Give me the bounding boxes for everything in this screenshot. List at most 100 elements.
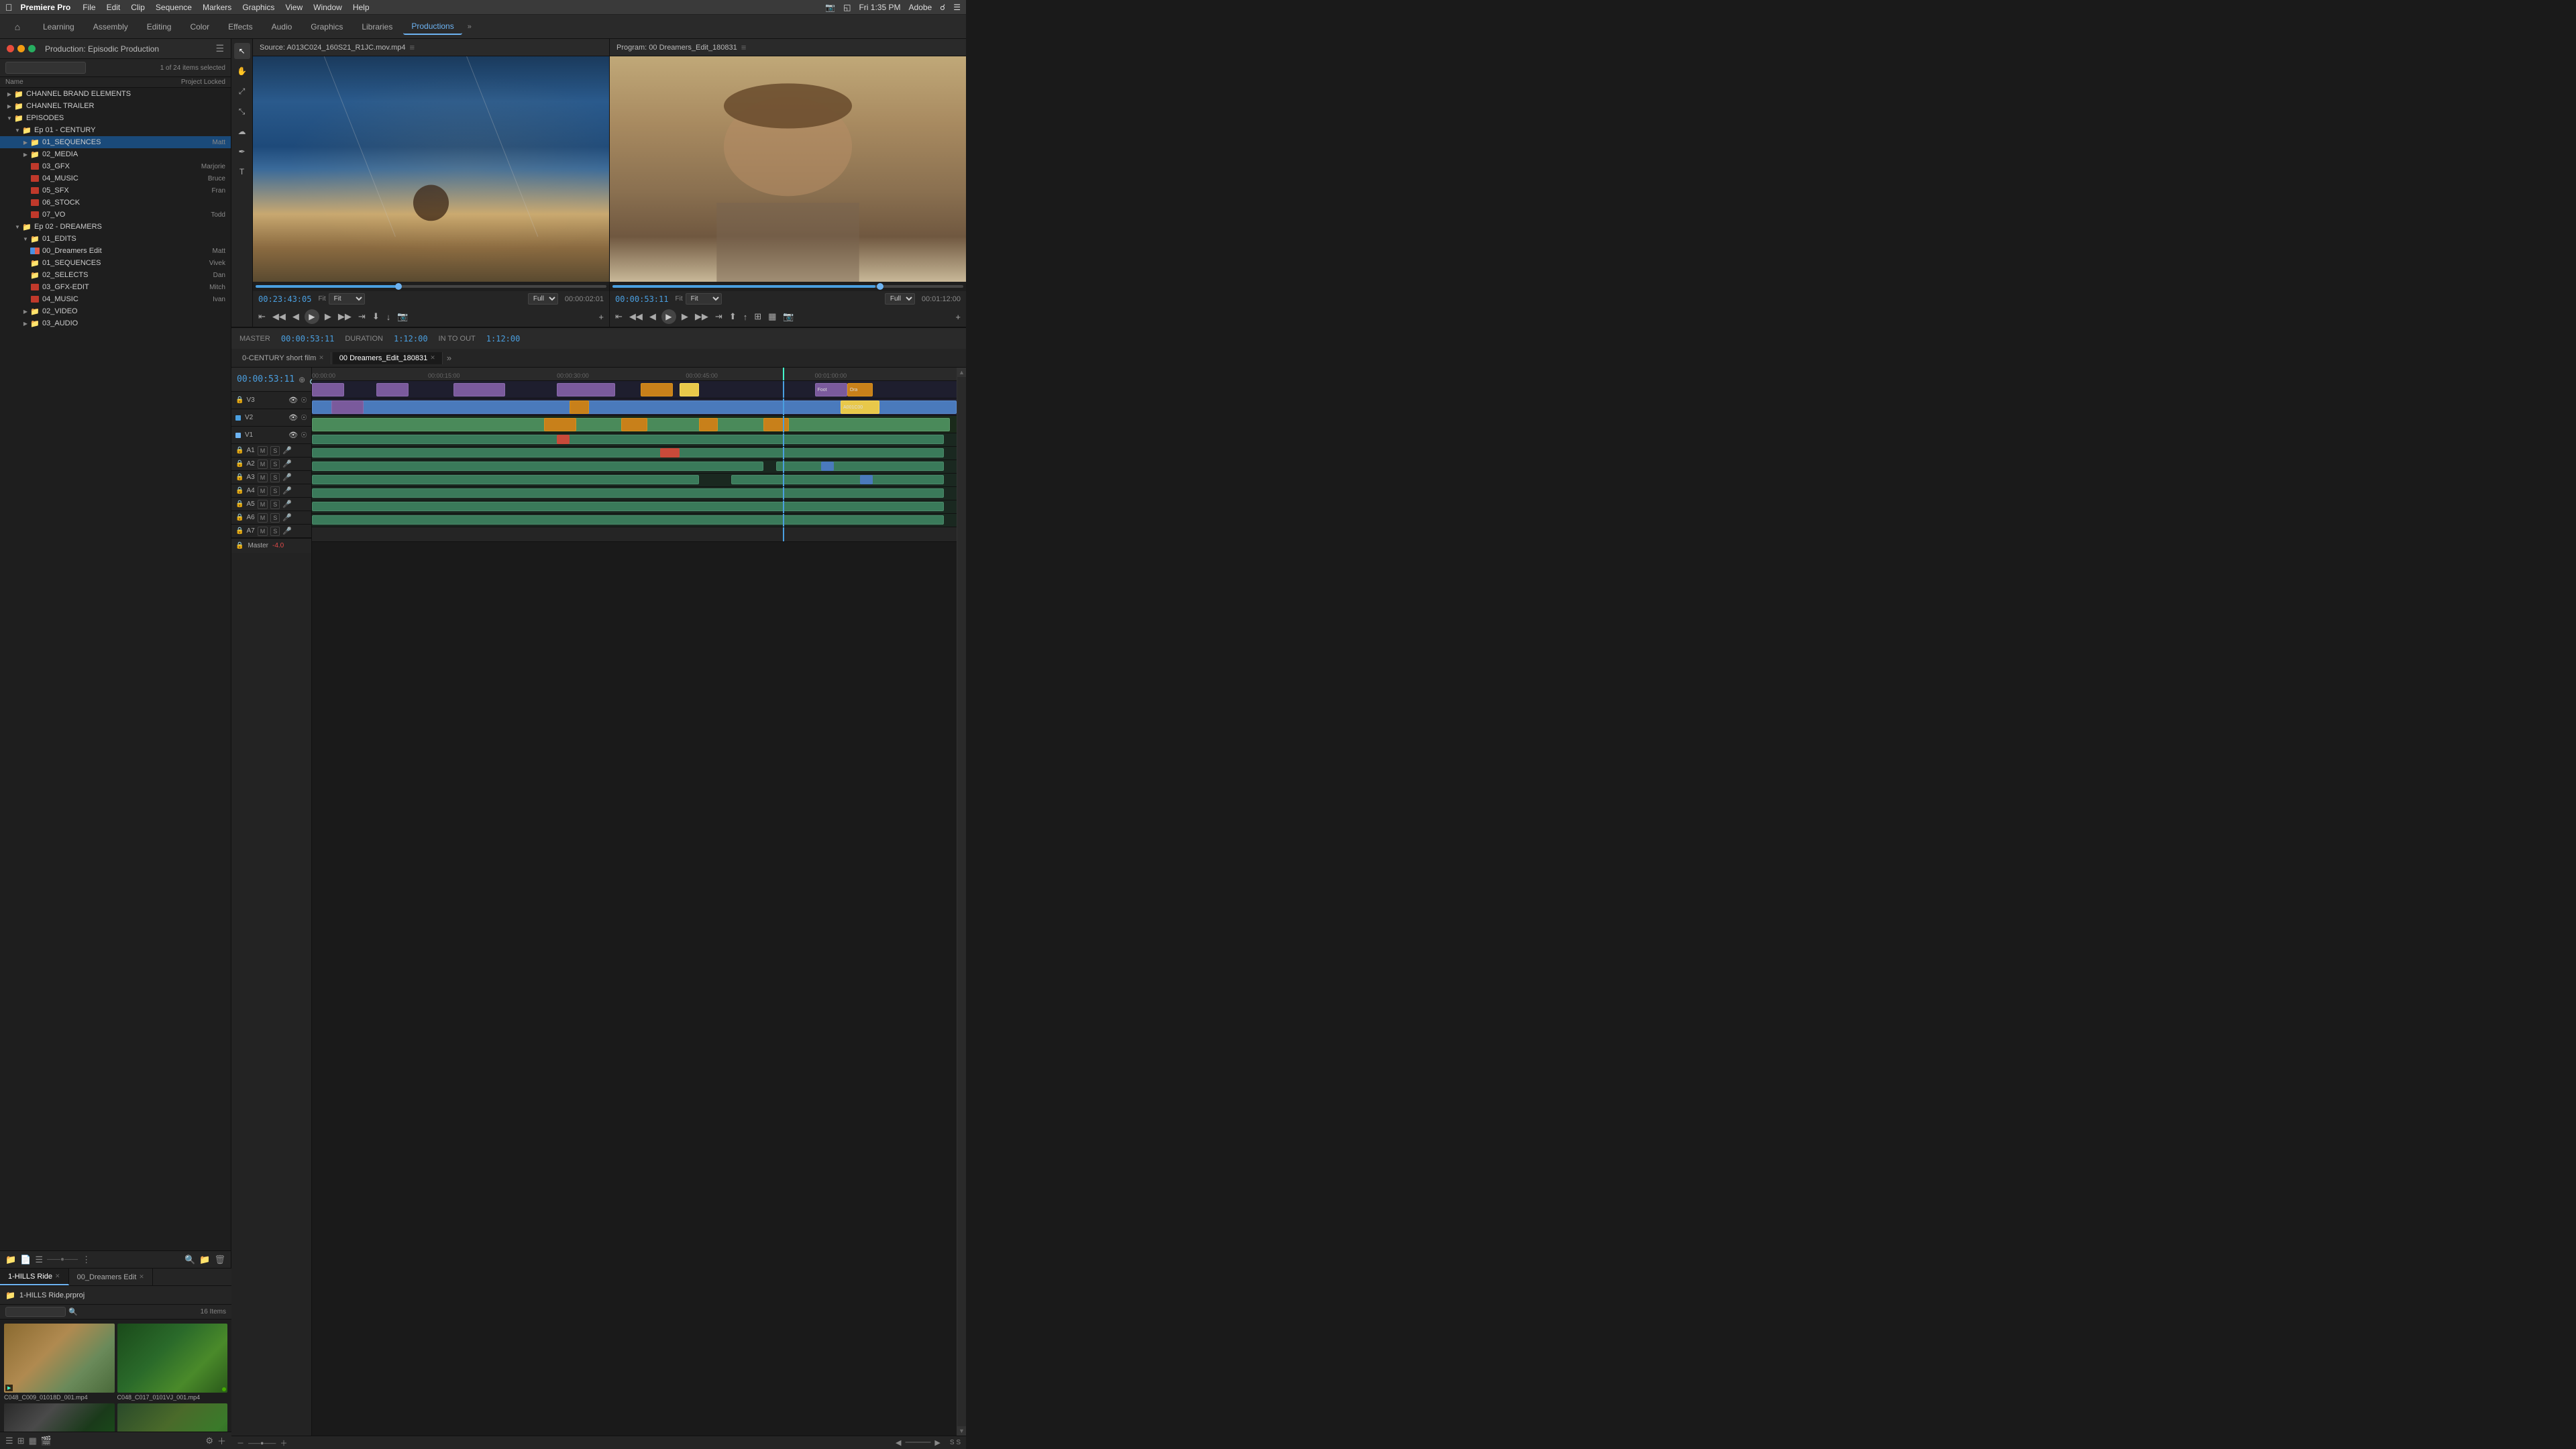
tree-item-brand[interactable]: ▶ 📁 CHANNEL BRAND ELEMENTS bbox=[0, 88, 231, 100]
project-find-icon[interactable]: 📁 bbox=[199, 1254, 210, 1265]
a5-lock-icon[interactable]: 🔒 bbox=[235, 500, 244, 508]
tree-item-ep01-gfx[interactable]: 03_GFX Marjorie bbox=[0, 160, 231, 172]
clip-a3-2[interactable] bbox=[776, 462, 944, 471]
a5-mute-btn[interactable]: M bbox=[258, 500, 268, 509]
prog-quality-select[interactable]: Full1/21/4 bbox=[885, 293, 915, 305]
project-delete-icon[interactable]: 🗑 bbox=[214, 1254, 225, 1265]
tree-item-ep02-seq[interactable]: 📁 01_SEQUENCES Vivek bbox=[0, 257, 231, 269]
tool-razor[interactable]: ✒ bbox=[234, 144, 250, 160]
v2-solo-icon[interactable]: ☉ bbox=[301, 413, 307, 422]
minimize-window-btn[interactable] bbox=[17, 45, 25, 52]
clip-a3-blue[interactable] bbox=[821, 462, 834, 471]
tool-navigate[interactable]: ✋ bbox=[234, 63, 250, 79]
prog-extract-btn[interactable]: ↑ bbox=[742, 311, 749, 323]
timeline-ruler[interactable]: 00:00:00 00:00:15:00 00:00:30:00 00:00:4… bbox=[312, 368, 957, 381]
tree-item-ep01[interactable]: ▼ 📁 Ep 01 - CENTURY bbox=[0, 124, 231, 136]
prog-step-fwd[interactable]: ▶▶ bbox=[694, 310, 710, 323]
a6-solo-btn[interactable]: S bbox=[270, 513, 280, 523]
src-bin-add-icon[interactable]: ＋ bbox=[217, 1434, 226, 1447]
a1-lock-icon[interactable]: 🔒 bbox=[235, 447, 244, 454]
clip-a6[interactable] bbox=[312, 502, 944, 511]
menu-markers[interactable]: Markers bbox=[199, 3, 235, 12]
menu-help[interactable]: Help bbox=[349, 3, 374, 12]
v3-lock-icon[interactable]: 🔒 bbox=[235, 396, 244, 404]
project-new-item-icon[interactable]: 📄 bbox=[20, 1254, 31, 1265]
src-camera-btn[interactable]: 📷 bbox=[396, 310, 409, 323]
a2-mic-icon[interactable]: 🎤 bbox=[282, 460, 292, 468]
tree-item-ep02-edit00[interactable]: 00_Dreamers Edit Matt bbox=[0, 245, 231, 257]
program-monitor-menu[interactable]: ≡ bbox=[741, 42, 747, 52]
tab-close-hills[interactable]: ✕ bbox=[55, 1273, 60, 1280]
src-insert-btn[interactable]: ⬇ bbox=[371, 310, 381, 323]
tl-snap-btn[interactable]: ⊕ bbox=[299, 375, 305, 384]
v2-eye-icon[interactable]: 👁 bbox=[288, 413, 298, 422]
tree-item-ep02-video[interactable]: ▶ 📁 02_VIDEO bbox=[0, 305, 231, 317]
home-button[interactable]: ⌂ bbox=[8, 17, 27, 36]
tab-audio[interactable]: Audio bbox=[264, 19, 301, 34]
source-monitor-menu[interactable]: ≡ bbox=[410, 42, 415, 52]
thumb-item-2[interactable]: ▶ C048_C018_0101DL_001.mp4 bbox=[4, 1403, 115, 1432]
a3-solo-btn[interactable]: S bbox=[270, 473, 280, 482]
tl-scroll-down[interactable]: ▼ bbox=[957, 1426, 966, 1436]
a4-mute-btn[interactable]: M bbox=[258, 486, 268, 496]
project-automate-icon[interactable]: ⋮ bbox=[82, 1254, 91, 1265]
a2-mute-btn[interactable]: M bbox=[258, 460, 268, 469]
tree-item-ep01-media[interactable]: ▶ 📁 02_MEDIA bbox=[0, 148, 231, 160]
src-bin-settings-icon[interactable]: ⚙ bbox=[205, 1436, 213, 1446]
tab-assembly[interactable]: Assembly bbox=[85, 19, 136, 34]
a4-mic-icon[interactable]: 🎤 bbox=[282, 486, 292, 495]
a1-solo-btn[interactable]: S bbox=[270, 446, 280, 455]
clip-v1-seg4[interactable] bbox=[763, 418, 789, 431]
a1-mic-icon[interactable]: 🎤 bbox=[282, 446, 292, 455]
tl-zoom-out-icon[interactable]: － bbox=[237, 1438, 244, 1448]
v3-solo-icon[interactable]: ☉ bbox=[301, 396, 307, 405]
timeline-tab-dreamers-close[interactable]: ✕ bbox=[430, 354, 435, 362]
prog-match-frame[interactable]: ⊞ bbox=[753, 310, 763, 323]
tab-close-dreamers[interactable]: ✕ bbox=[139, 1273, 144, 1281]
a1-mute-btn[interactable]: M bbox=[258, 446, 268, 455]
src-fwd-1f[interactable]: ▶ bbox=[323, 310, 333, 323]
prog-mark-out[interactable]: ⇥ bbox=[714, 310, 724, 323]
tl-zoom-slider[interactable]: ——●—— bbox=[248, 1440, 276, 1446]
bin-search-input[interactable] bbox=[5, 1307, 66, 1317]
tree-item-ep01-seq[interactable]: ▶ 📁 01_SEQUENCES Matt bbox=[0, 136, 231, 148]
tab-effects[interactable]: Effects bbox=[220, 19, 260, 34]
a5-mic-icon[interactable]: 🎤 bbox=[282, 500, 292, 508]
timeline-tab-century-close[interactable]: ✕ bbox=[319, 354, 324, 362]
clip-a4-blue[interactable] bbox=[860, 475, 873, 484]
clip-v3-e[interactable] bbox=[641, 383, 673, 396]
thumb-item-0[interactable]: ▶ C048_C009_01018D_001.mp4 bbox=[4, 1324, 115, 1401]
timeline-tab-dreamers[interactable]: 00 Dreamers_Edit_180831 ✕ bbox=[333, 352, 443, 364]
a7-lock-icon[interactable]: 🔒 bbox=[235, 527, 244, 535]
src-step-back[interactable]: ◀◀ bbox=[271, 310, 287, 323]
prog-lift-btn[interactable]: ⬆ bbox=[728, 310, 738, 323]
src-back-1f[interactable]: ◀ bbox=[291, 310, 301, 323]
tool-zoom2[interactable]: ⤡ bbox=[234, 103, 250, 119]
project-panel-menu-icon[interactable]: ☰ bbox=[215, 43, 224, 54]
src-play-btn[interactable]: ▶ bbox=[305, 309, 319, 324]
program-scrubber[interactable] bbox=[610, 282, 966, 291]
tl-scroll-left[interactable]: ◀ bbox=[896, 1438, 901, 1447]
tab-color[interactable]: Color bbox=[182, 19, 217, 34]
thumb-item-1[interactable]: C048_C017_0101VJ_001.mp4 bbox=[117, 1324, 228, 1401]
clip-a4-1[interactable] bbox=[312, 475, 699, 484]
src-mark-in[interactable]: ⇤ bbox=[257, 310, 267, 323]
clip-a2-red[interactable] bbox=[660, 448, 680, 458]
project-search-input[interactable] bbox=[5, 62, 86, 74]
clip-v1-seg1[interactable] bbox=[544, 418, 576, 431]
search-icon[interactable]: ☌ bbox=[940, 3, 945, 12]
tree-item-ep02[interactable]: ▼ 📁 Ep 02 - DREAMERS bbox=[0, 221, 231, 233]
a6-lock-icon[interactable]: 🔒 bbox=[235, 514, 244, 521]
tab-editing[interactable]: Editing bbox=[139, 19, 180, 34]
src-bin-icon-view[interactable]: ▦ bbox=[29, 1436, 37, 1446]
clip-v3-b[interactable] bbox=[376, 383, 409, 396]
tab-graphics[interactable]: Graphics bbox=[303, 19, 351, 34]
timeline-tab-century[interactable]: 0-CENTURY short film ✕ bbox=[235, 352, 331, 364]
prog-back-1f[interactable]: ◀ bbox=[648, 310, 657, 323]
clip-v3-foot[interactable]: Foot bbox=[815, 383, 847, 396]
a3-mute-btn[interactable]: M bbox=[258, 473, 268, 482]
clip-v3-f[interactable] bbox=[680, 383, 699, 396]
clip-a1-red[interactable] bbox=[557, 435, 570, 444]
a7-mute-btn[interactable]: M bbox=[258, 527, 268, 536]
master-lock-icon[interactable]: 🔒 bbox=[235, 542, 244, 549]
